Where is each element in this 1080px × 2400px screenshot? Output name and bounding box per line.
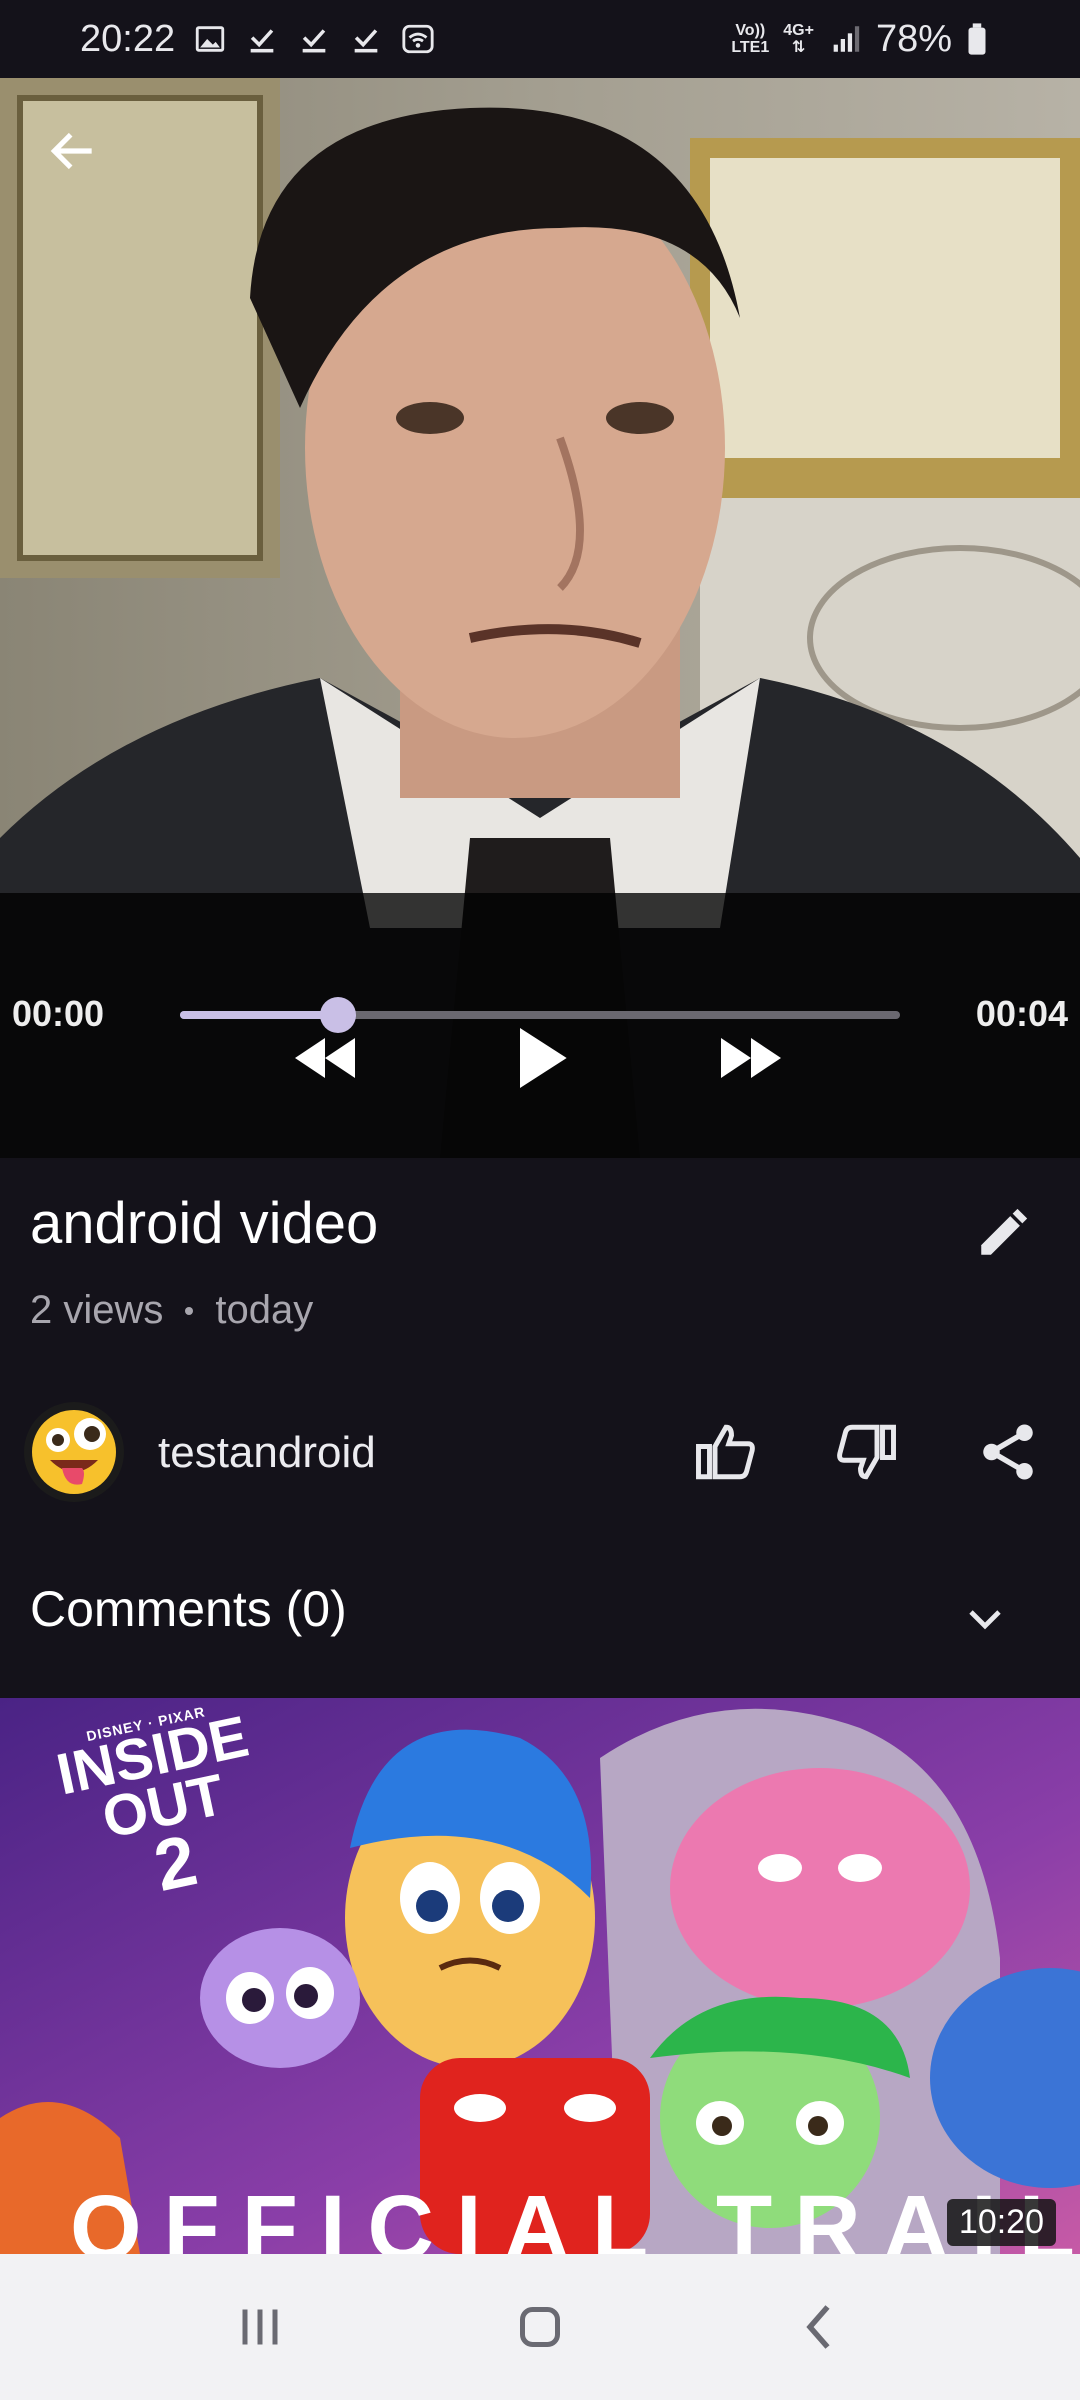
zany-face-icon	[32, 1410, 116, 1494]
dislike-button[interactable]	[824, 1410, 908, 1494]
network-type: 4G+ ⇅	[783, 22, 814, 56]
arrow-left-icon	[50, 132, 92, 170]
duration-badge: 10:20	[946, 2199, 1056, 2246]
edit-button[interactable]	[968, 1198, 1038, 1268]
thumbnail-overlay-text: OFFICIAL TRAILER	[70, 2177, 1080, 2254]
video-meta: 2 views today	[30, 1288, 313, 1333]
system-nav-bar	[0, 2254, 1080, 2400]
seek-progress	[180, 1011, 339, 1019]
next-video-thumbnail[interactable]: DISNEY · PIXAR INSIDE OUT 2 OFFICIAL TRA…	[0, 1698, 1080, 2254]
back-button[interactable]	[40, 118, 106, 184]
home-button[interactable]	[495, 2282, 585, 2372]
seek-bar[interactable]	[180, 997, 900, 1033]
download-done-icon	[297, 22, 331, 56]
wifi-hotspot-icon	[401, 22, 435, 56]
recent-apps-button[interactable]	[215, 2282, 305, 2372]
chevron-left-icon	[806, 2305, 830, 2349]
upload-date: today	[215, 1288, 314, 1332]
image-icon	[193, 22, 227, 56]
data-arrows-icon: ⇅	[791, 39, 806, 56]
lte-label: LTE1	[731, 39, 770, 56]
rewind-icon	[295, 1038, 355, 1078]
view-count: 2 views	[30, 1288, 164, 1332]
thumbs-up-icon	[696, 1424, 755, 1480]
like-button[interactable]	[684, 1410, 768, 1494]
volte-label: Vo))	[735, 22, 766, 39]
network-label: Vo)) LTE1	[731, 22, 769, 56]
fast-forward-button[interactable]	[706, 1013, 796, 1103]
thumbs-down-icon	[837, 1424, 896, 1480]
battery-percent: 78%	[875, 17, 952, 60]
player-controls: 00:00 00:04	[0, 893, 1080, 1158]
video-title: android video	[30, 1191, 379, 1256]
pencil-icon	[981, 1208, 1028, 1255]
play-button[interactable]	[495, 1013, 585, 1103]
status-left: 20:22	[80, 18, 435, 61]
signal-icon	[828, 22, 862, 56]
share-icon	[983, 1424, 1033, 1480]
channel-name[interactable]: testandroid	[158, 1428, 376, 1478]
share-button[interactable]	[966, 1410, 1050, 1494]
fast-forward-icon	[721, 1038, 781, 1078]
total-time: 00:04	[975, 993, 1068, 1034]
status-right: Vo)) LTE1 4G+ ⇅ 78%	[731, 18, 1000, 61]
download-done-icon	[245, 22, 279, 56]
expand-comments-button[interactable]	[945, 1578, 1025, 1658]
system-back-button[interactable]	[775, 2282, 865, 2372]
separator-dot	[185, 1306, 194, 1315]
play-icon	[520, 1028, 567, 1088]
recents-icon	[242, 2309, 278, 2345]
comments-label: Comments (0)	[30, 1581, 347, 1637]
video-info: android video 2 views today testandroid	[0, 1158, 1080, 1698]
comments-section[interactable]: Comments (0)	[0, 1558, 1080, 1668]
chevron-down-icon	[969, 1610, 1001, 1630]
status-bar: 20:22 Vo)) LTE1 4G+ ⇅ 78%	[0, 0, 1080, 78]
video-player[interactable]: 00:00 00:04	[0, 78, 1080, 1158]
avatar[interactable]	[24, 1402, 124, 1502]
status-time: 20:22	[80, 17, 176, 60]
home-icon	[520, 2307, 560, 2347]
download-done-icon	[349, 22, 383, 56]
current-time: 00:00	[12, 993, 105, 1034]
channel-row: testandroid	[0, 1398, 1080, 1508]
network-type-label: 4G+	[783, 22, 814, 39]
battery-icon	[966, 22, 1000, 56]
